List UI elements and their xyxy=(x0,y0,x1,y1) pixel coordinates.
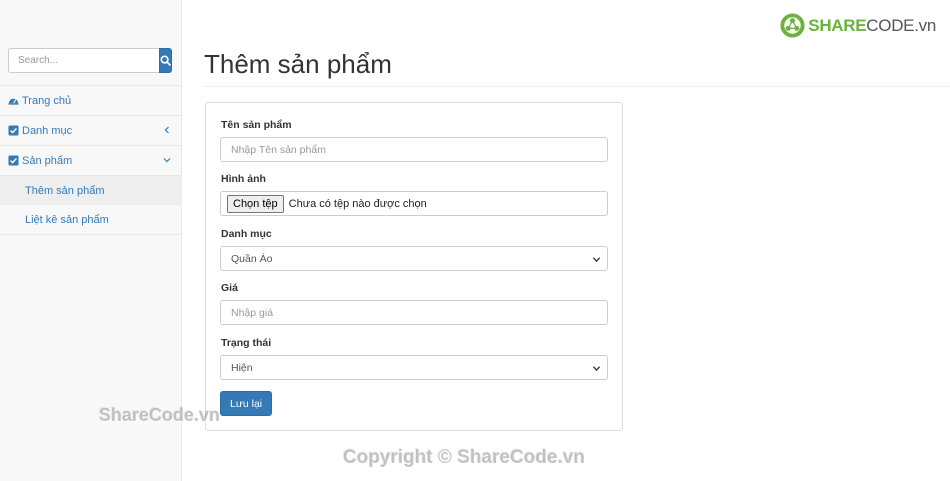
sidebar-item-label: Danh mục xyxy=(22,124,73,137)
category-selected-value: Quần Áo xyxy=(231,252,273,265)
search-icon xyxy=(160,55,171,66)
chevron-left-icon xyxy=(164,126,169,134)
status-select[interactable]: Hiện xyxy=(220,355,608,380)
sidebar-subitem-list-products[interactable]: Liệt kê sản phẩm xyxy=(0,205,182,234)
sidebar-item-category[interactable]: Danh mục xyxy=(0,116,182,146)
sharecode-logo[interactable]: SHARECODE.vn xyxy=(779,12,936,39)
status-label: Trạng thái xyxy=(221,337,272,349)
watermark-copyright: Copyright © ShareCode.vn xyxy=(343,447,586,468)
add-product-form: Tên sản phẩm Nhập Tên sản phẩm Hình ảnh … xyxy=(205,102,623,431)
category-label: Danh mục xyxy=(221,228,272,240)
product-name-placeholder: Nhập Tên sản phẩm xyxy=(231,143,326,156)
dashboard-icon xyxy=(8,95,19,106)
image-file-input[interactable]: Chọn tệp Chưa có tệp nào được chọn xyxy=(220,191,608,216)
sharecode-logo-icon xyxy=(780,13,805,38)
sidebar-submenu-product: Thêm sản phẩm Liệt kê sản phẩm xyxy=(0,176,182,235)
title-divider xyxy=(204,86,950,87)
product-name-label: Tên sản phẩm xyxy=(221,119,292,131)
sidebar-item-label: Sản phẩm xyxy=(22,154,73,167)
page-title: Thêm sản phẩm xyxy=(204,49,392,79)
sidebar-item-product[interactable]: Sản phẩm xyxy=(0,146,182,176)
product-name-input[interactable]: Nhập Tên sản phẩm xyxy=(220,137,608,162)
sidebar-subitem-add-product[interactable]: Thêm sản phẩm xyxy=(0,176,182,205)
price-label: Giá xyxy=(221,282,238,294)
chevron-down-icon xyxy=(163,158,171,163)
check-square-icon xyxy=(8,125,19,136)
save-button[interactable]: Lưu lại xyxy=(220,391,273,416)
file-status-text: Chưa có tệp nào được chọn xyxy=(288,197,427,210)
image-label: Hình ảnh xyxy=(221,173,266,185)
search-button[interactable] xyxy=(159,48,172,73)
status-selected-value: Hiện xyxy=(231,361,253,374)
sidebar-search xyxy=(8,48,172,73)
watermark-text: ShareCode.vn xyxy=(99,405,221,425)
sidebar-menu: Trang chủ Danh mục Sản phẩm Thêm sản phẩ… xyxy=(0,85,182,235)
category-select[interactable]: Quần Áo xyxy=(220,246,608,271)
search-input[interactable] xyxy=(8,48,159,73)
price-placeholder: Nhập giá xyxy=(231,306,274,319)
logo-text: SHARECODE.vn xyxy=(808,15,936,35)
check-square-icon xyxy=(8,155,19,166)
sidebar-item-home[interactable]: Trang chủ xyxy=(0,86,182,116)
choose-file-button[interactable]: Chọn tệp xyxy=(227,194,284,213)
chevron-down-icon xyxy=(592,366,601,372)
sidebar-item-label: Trang chủ xyxy=(22,94,72,107)
price-input[interactable]: Nhập giá xyxy=(220,300,608,325)
chevron-down-icon xyxy=(592,257,601,263)
